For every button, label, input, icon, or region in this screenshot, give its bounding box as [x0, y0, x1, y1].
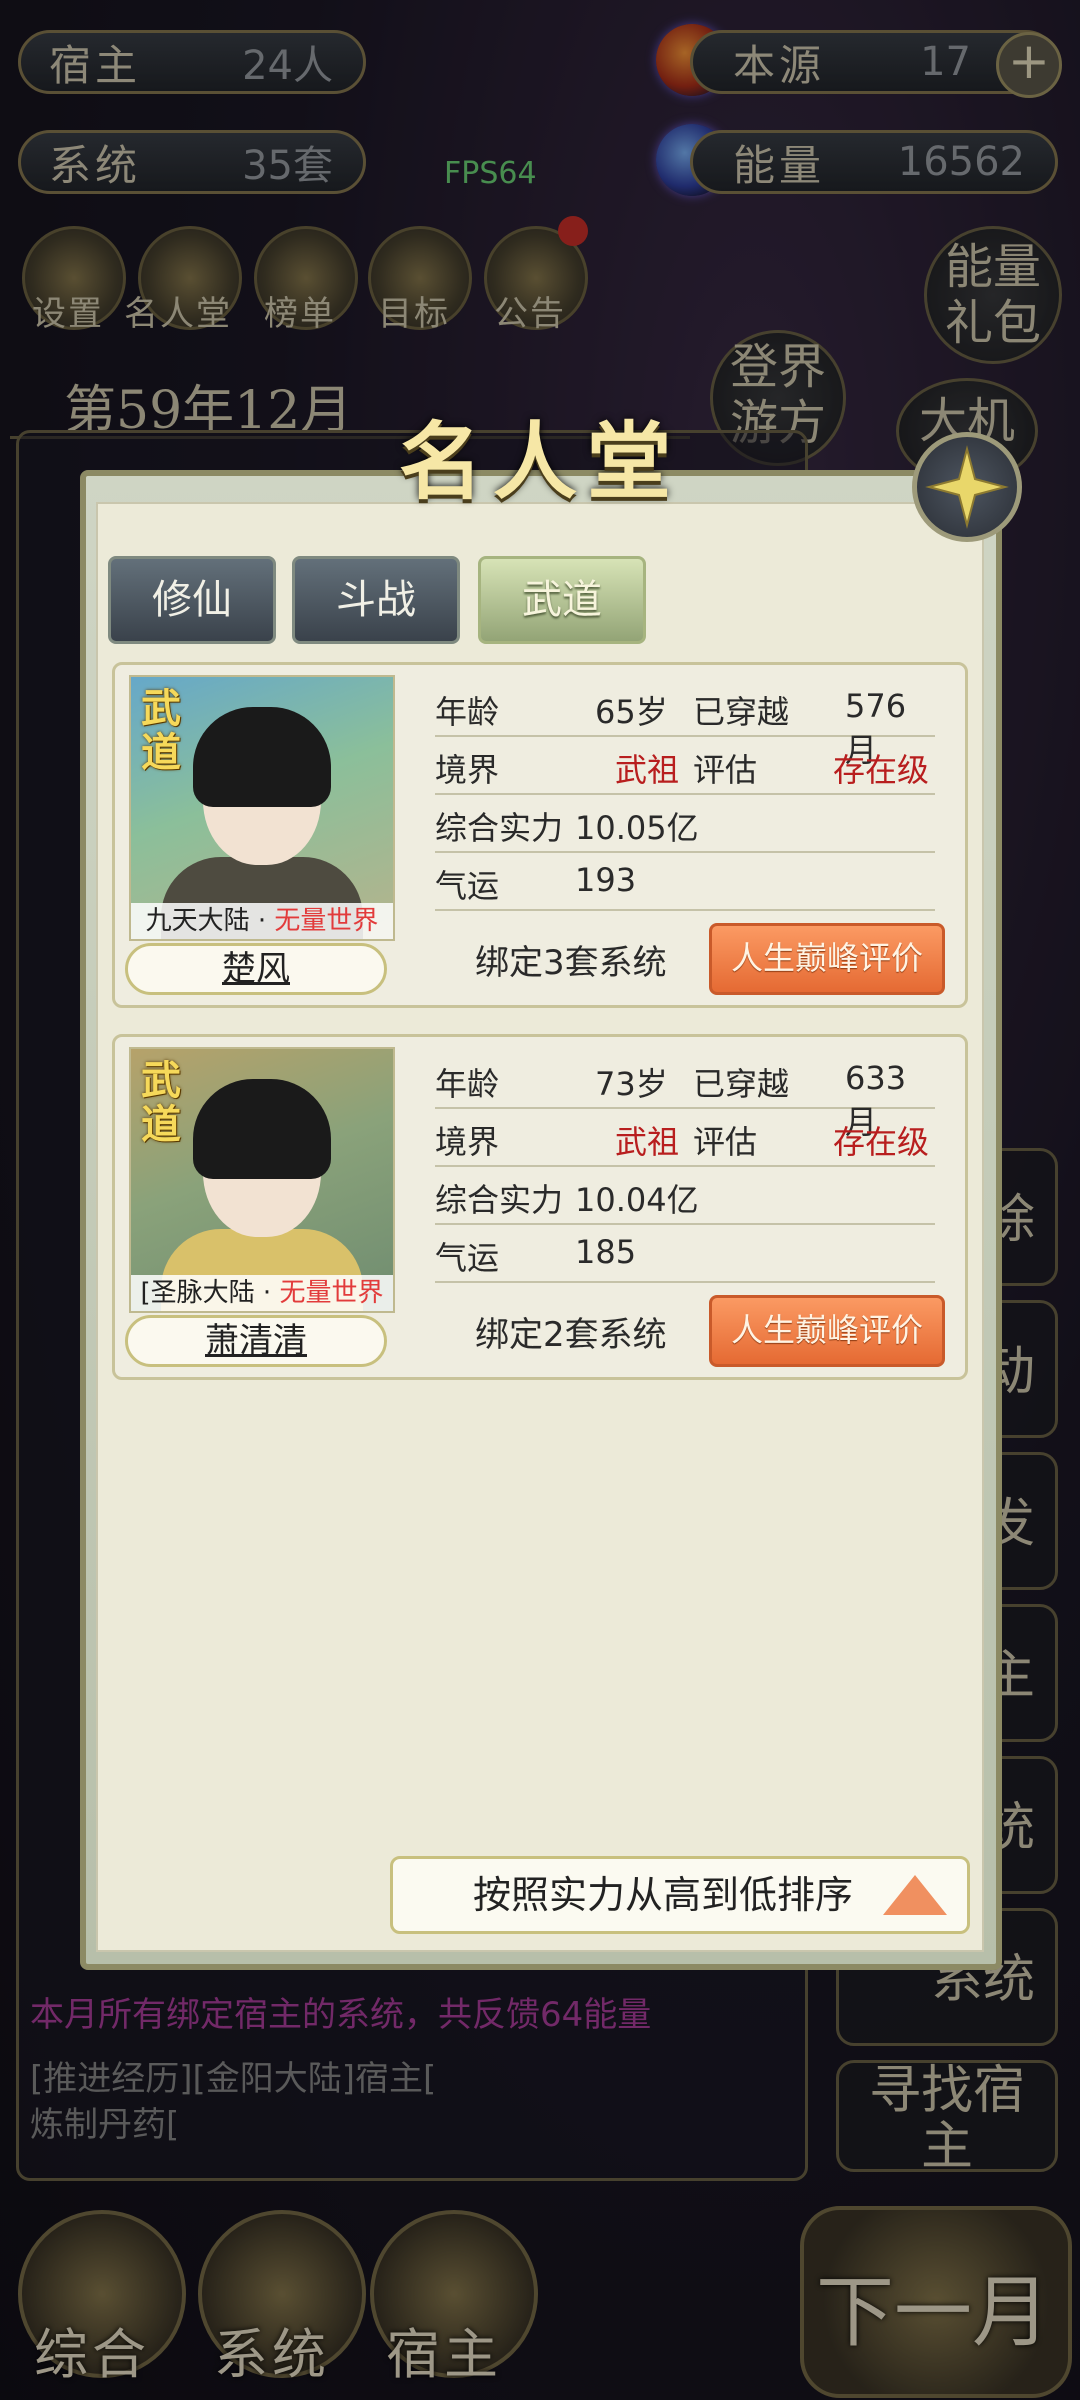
stat-row-age: 年龄 73岁 已穿越 633月 [435, 1051, 935, 1141]
world-name: 九天大陆 · [145, 906, 275, 936]
age-label: 年龄 [435, 693, 500, 731]
age-value: 73岁 [595, 1065, 668, 1103]
bound-systems: 绑定3套系统 [475, 943, 667, 983]
hero-name[interactable]: 楚风 [125, 943, 387, 995]
assess-label: 评估 [693, 1123, 758, 1161]
tab-cultivation-label: 修仙 [152, 577, 232, 623]
bound-systems: 绑定2套系统 [475, 1315, 667, 1355]
hero-portrait: 武道 九天大陆 · 无量世界 [129, 675, 395, 941]
close-icon [925, 445, 1009, 529]
tab-martial[interactable]: 武道 [478, 556, 646, 644]
stat-row-power: 综合实力 10.05亿 [435, 795, 935, 853]
sort-up-icon [883, 1875, 947, 1915]
stat-row-luck: 气运 193 [435, 853, 935, 911]
stat-row-age: 年龄 65岁 已穿越 576月 [435, 679, 935, 769]
realm-value: 武祖 [615, 751, 680, 789]
hero-portrait: 武道 [圣脉大陆 · 无量世界 [129, 1047, 395, 1313]
assess-label: 评估 [693, 751, 758, 789]
realm-label: 境界 [435, 1123, 500, 1161]
world-tag: 无量世界 [274, 906, 379, 936]
realm-label: 境界 [435, 751, 500, 789]
world-strip: 九天大陆 · 无量世界 [131, 903, 393, 939]
tab-battle-label: 斗战 [336, 577, 416, 623]
luck-label: 气运 [435, 1239, 500, 1277]
modal-title: 名人堂 [398, 411, 681, 511]
tab-battle[interactable]: 斗战 [292, 556, 460, 644]
stat-row-power: 综合实力 10.04亿 [435, 1167, 935, 1225]
life-peak-review-button[interactable]: 人生巅峰评价 [709, 923, 945, 995]
stat-row-luck: 气运 185 [435, 1225, 935, 1283]
luck-label: 气运 [435, 867, 500, 905]
travel-label: 已穿越 [693, 693, 790, 731]
luck-value: 193 [575, 861, 637, 899]
martial-badge: 武道 [141, 1057, 181, 1148]
modal-title-band: 名人堂 [250, 400, 830, 511]
realm-value: 武祖 [615, 1123, 680, 1161]
power-value: 10.04亿 [575, 1181, 699, 1219]
portrait-hair [193, 707, 331, 807]
stat-row-realm: 境界 武祖 评估 存在级 [435, 737, 935, 795]
travel-label: 已穿越 [693, 1065, 790, 1103]
hero-card[interactable]: 武道 九天大陆 · 无量世界 楚风 年龄 65岁 已穿越 576月 境界 武祖 … [112, 662, 968, 1008]
age-label: 年龄 [435, 1065, 500, 1103]
world-name: [圣脉大陆 · [140, 1278, 280, 1308]
sort-by-power-button[interactable]: 按照实力从高到低排序 [390, 1856, 970, 1934]
assess-value: 存在级 [833, 751, 930, 789]
close-button[interactable] [912, 432, 1022, 542]
life-peak-review-button[interactable]: 人生巅峰评价 [709, 1295, 945, 1367]
power-label: 综合实力 [435, 1181, 564, 1219]
luck-value: 185 [575, 1233, 637, 1271]
sort-label: 按照实力从高到低排序 [473, 1873, 854, 1917]
assess-value: 存在级 [833, 1123, 930, 1161]
tab-cultivation[interactable]: 修仙 [108, 556, 276, 644]
tab-martial-label: 武道 [522, 577, 602, 623]
age-value: 65岁 [595, 693, 668, 731]
power-label: 综合实力 [435, 809, 564, 847]
hero-name[interactable]: 萧清清 [125, 1315, 387, 1367]
martial-badge: 武道 [141, 685, 181, 776]
world-tag: 无量世界 [279, 1278, 384, 1308]
portrait-hair [193, 1079, 331, 1179]
world-strip: [圣脉大陆 · 无量世界 [131, 1275, 393, 1311]
hero-card[interactable]: 武道 [圣脉大陆 · 无量世界 萧清清 年龄 73岁 已穿越 633月 境界 武… [112, 1034, 968, 1380]
power-value: 10.05亿 [575, 809, 699, 847]
stat-row-realm: 境界 武祖 评估 存在级 [435, 1109, 935, 1167]
